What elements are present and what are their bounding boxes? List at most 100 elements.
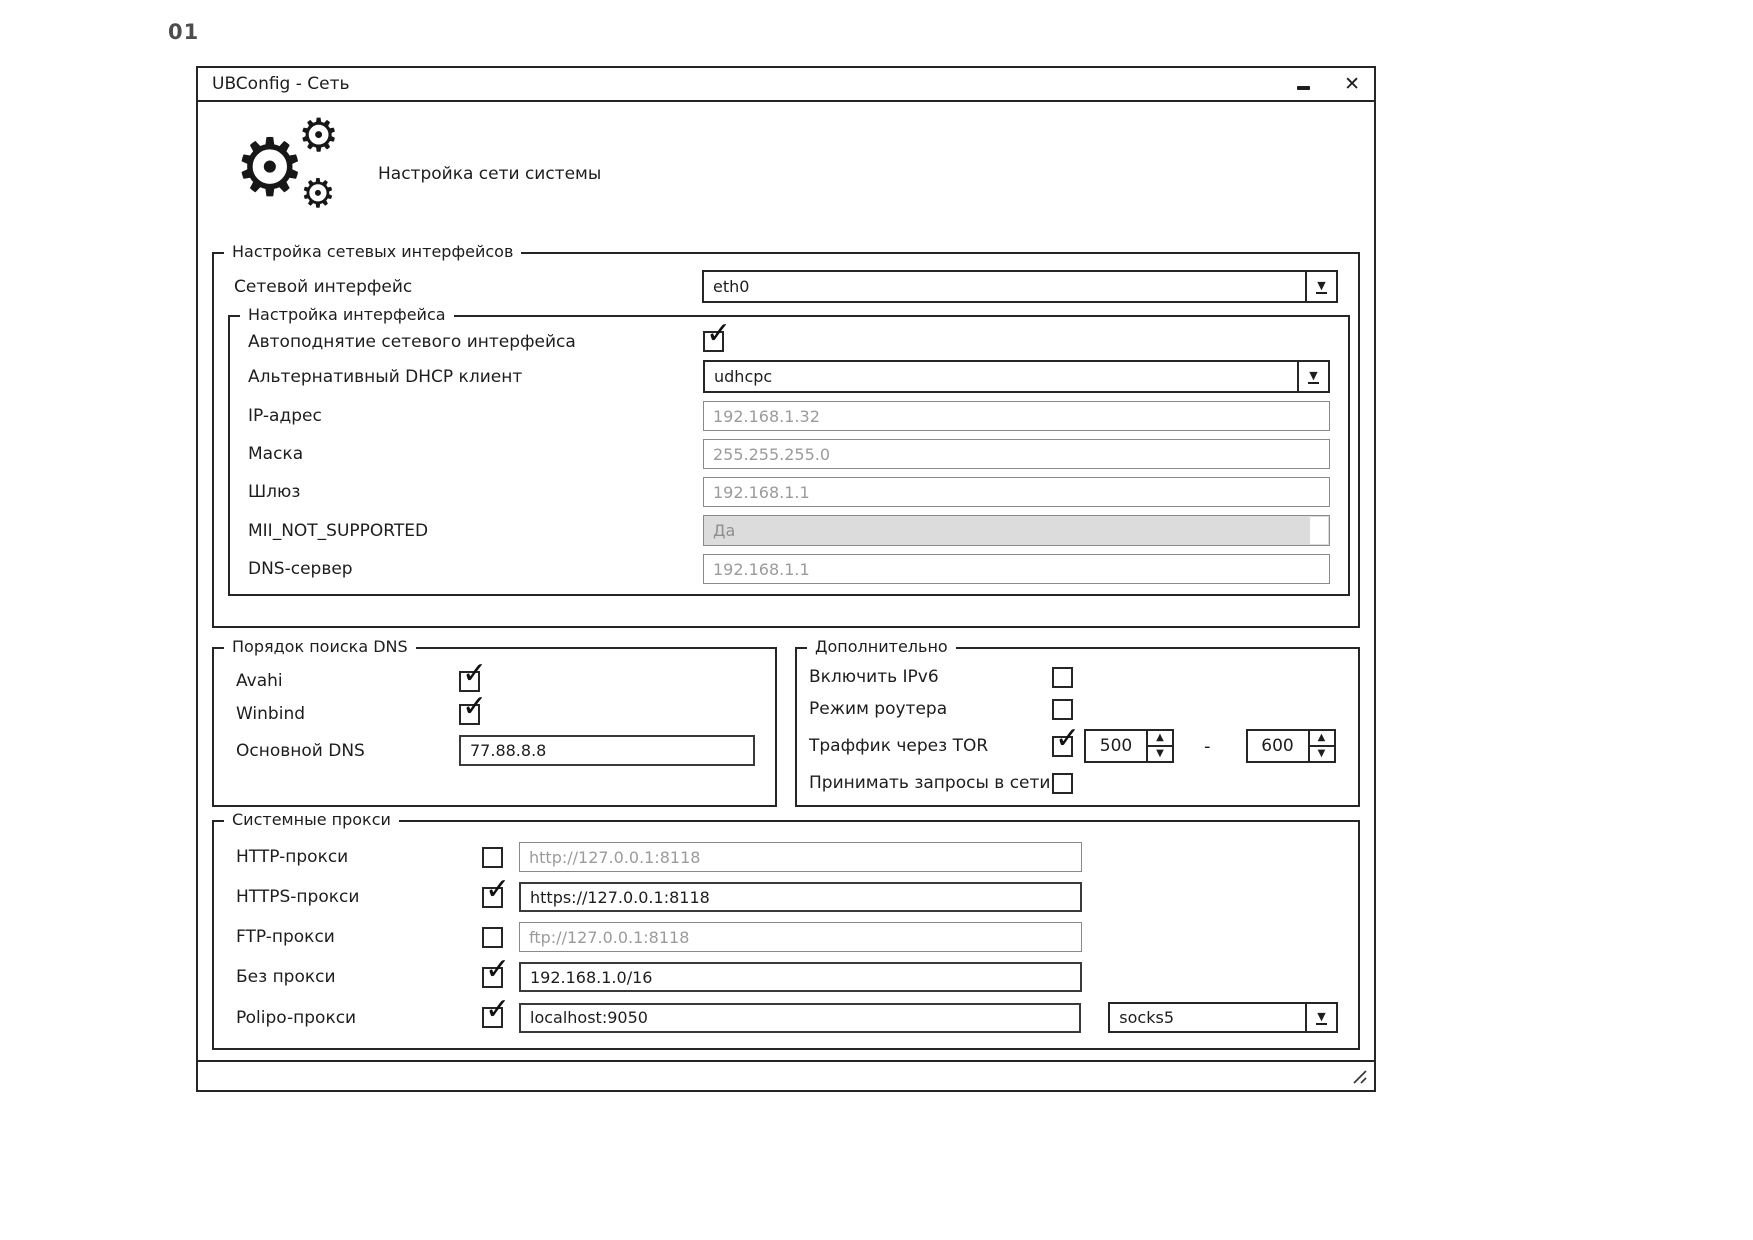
http-proxy-input[interactable] [519, 842, 1082, 872]
polipo-proxy-checkbox[interactable]: ✓ [482, 1007, 503, 1028]
https-proxy-label: HTTPS-прокси [236, 887, 482, 907]
gear-small-top-icon: ⚙ [298, 112, 339, 158]
ftp-proxy-label: FTP-прокси [236, 927, 482, 947]
spinner-down-icon[interactable]: ▼ [1148, 745, 1172, 761]
page-title: Настройка сети системы [378, 164, 601, 184]
tor-label: Траффик через TOR [809, 736, 1052, 756]
statusbar [198, 1060, 1374, 1090]
gear-small-bottom-icon: ⚙ [300, 174, 336, 214]
https-proxy-row: HTTPS-прокси ✓ [236, 882, 1338, 912]
check-icon: ✓ [462, 692, 487, 722]
group-system-proxies-legend: Системные прокси [224, 810, 399, 829]
spinner-down-icon[interactable]: ▼ [1310, 745, 1334, 761]
polipo-proxy-input[interactable] [519, 1003, 1081, 1033]
router-mode-label: Режим роутера [809, 699, 1052, 719]
polipo-scheme-select[interactable]: socks5 ▼ [1108, 1002, 1338, 1033]
close-button[interactable]: ✕ [1344, 75, 1360, 94]
dhcp-client-label: Альтернативный DHCP клиент [248, 367, 703, 387]
gear-large-icon: ⚙ [234, 128, 306, 208]
dhcp-client-select-arrow-button[interactable]: ▼ [1297, 362, 1328, 391]
ip-row: IP-адрес [248, 401, 1330, 431]
mask-input[interactable] [703, 439, 1330, 469]
group-additional-legend: Дополнительно [807, 637, 956, 656]
group-dns-order: Порядок поиска DNS Avahi ✓ Winbind ✓ Осн… [212, 647, 777, 807]
http-proxy-checkbox[interactable]: ✓ [482, 847, 503, 868]
tor-port-from-value: 500 [1086, 731, 1146, 761]
polipo-scheme-select-arrow-button[interactable]: ▼ [1305, 1004, 1336, 1031]
dhcp-client-select-value: udhcpc [705, 362, 1297, 391]
primary-dns-input[interactable] [459, 735, 755, 766]
dns-server-row: DNS-сервер [248, 554, 1330, 584]
ip-label: IP-адрес [248, 406, 703, 426]
polipo-proxy-row: Polipo-прокси ✓ socks5 ▼ [236, 1002, 1338, 1033]
no-proxy-input[interactable] [519, 962, 1082, 992]
ftp-proxy-row: FTP-прокси ✓ [236, 922, 1338, 952]
dns-server-input[interactable] [703, 554, 1330, 584]
chevron-down-icon: ▼ [1308, 369, 1318, 384]
gateway-input[interactable] [703, 477, 1330, 507]
interface-select-value: eth0 [704, 272, 1305, 301]
tor-port-from-spinner[interactable]: 500 ▲ ▼ [1084, 729, 1174, 763]
accept-requests-row: Принимать запросы в сети ✓ [809, 771, 1346, 795]
spinner-up-icon[interactable]: ▲ [1148, 731, 1172, 745]
resize-grip-icon[interactable] [1350, 1067, 1368, 1085]
ipv6-checkbox[interactable]: ✓ [1052, 667, 1073, 688]
check-icon: ✓ [485, 875, 510, 905]
mask-label: Маска [248, 444, 703, 464]
gateway-label: Шлюз [248, 482, 703, 502]
interface-select[interactable]: eth0 ▼ [702, 270, 1338, 303]
http-proxy-label: HTTP-прокси [236, 847, 482, 867]
dhcp-client-row: Альтернативный DHCP клиент udhcpc ▼ [248, 360, 1330, 393]
tor-checkbox[interactable]: ✓ [1052, 736, 1073, 757]
check-icon: ✓ [485, 995, 510, 1025]
winbind-label: Winbind [236, 704, 459, 724]
polipo-scheme-select-value: socks5 [1110, 1004, 1305, 1031]
winbind-checkbox[interactable]: ✓ [459, 704, 480, 725]
auto-up-label: Автоподнятие сетевого интерфейса [248, 332, 703, 352]
mask-row: Маска [248, 439, 1330, 469]
ipv6-row: Включить IPv6 ✓ [809, 665, 1346, 689]
accept-requests-label: Принимать запросы в сети [809, 773, 1052, 793]
no-proxy-checkbox[interactable]: ✓ [482, 967, 503, 988]
tor-port-from-spin-buttons: ▲ ▼ [1146, 731, 1172, 761]
dns-server-label: DNS-сервер [248, 559, 703, 579]
gears-icon: ⚙ ⚙ ⚙ [234, 118, 350, 226]
accept-requests-checkbox[interactable]: ✓ [1052, 773, 1073, 794]
ip-input[interactable] [703, 401, 1330, 431]
window-controls: ✕ [1294, 74, 1360, 94]
interface-row: Сетевой интерфейс eth0 ▼ [234, 270, 1338, 303]
group-network-interfaces-legend: Настройка сетевых интерфейсов [224, 242, 521, 261]
titlebar: UBConfig - Сеть ✕ [198, 68, 1374, 102]
ftp-proxy-checkbox[interactable]: ✓ [482, 927, 503, 948]
tor-port-to-spin-buttons: ▲ ▼ [1308, 731, 1334, 761]
winbind-row: Winbind ✓ [236, 702, 755, 726]
avahi-row: Avahi ✓ [236, 669, 755, 693]
tor-range-separator: - [1204, 736, 1211, 757]
mii-field-strip [1310, 517, 1328, 544]
spinner-up-icon[interactable]: ▲ [1310, 731, 1334, 745]
primary-dns-label: Основной DNS [236, 741, 459, 761]
auto-up-checkbox[interactable]: ✓ [703, 331, 724, 352]
ipv6-label: Включить IPv6 [809, 667, 1052, 687]
dhcp-client-select[interactable]: udhcpc ▼ [703, 360, 1330, 393]
https-proxy-checkbox[interactable]: ✓ [482, 887, 503, 908]
gateway-row: Шлюз [248, 477, 1330, 507]
no-proxy-row: Без прокси ✓ [236, 962, 1338, 992]
ftp-proxy-input[interactable] [519, 922, 1082, 952]
group-interface-settings-legend: Настройка интерфейса [240, 305, 454, 324]
group-interface-settings: Настройка интерфейса Автоподнятие сетево… [228, 315, 1350, 596]
http-proxy-row: HTTP-прокси ✓ [236, 842, 1338, 872]
tor-port-to-spinner[interactable]: 600 ▲ ▼ [1246, 729, 1336, 763]
router-mode-checkbox[interactable]: ✓ [1052, 699, 1073, 720]
tor-row: Траффик через TOR ✓ 500 ▲ ▼ - 600 ▲ ▼ [809, 729, 1346, 763]
polipo-proxy-label: Polipo-прокси [236, 1008, 482, 1028]
interface-label: Сетевой интерфейс [234, 277, 702, 297]
check-icon: ✓ [706, 319, 731, 349]
mii-value: Да [713, 521, 735, 540]
group-additional: Дополнительно Включить IPv6 ✓ Режим роут… [795, 647, 1360, 807]
https-proxy-input[interactable] [519, 882, 1082, 912]
minimize-button[interactable] [1294, 74, 1312, 94]
minimize-icon [1297, 86, 1310, 90]
tor-port-to-value: 600 [1248, 731, 1308, 761]
interface-select-arrow-button[interactable]: ▼ [1305, 272, 1336, 301]
